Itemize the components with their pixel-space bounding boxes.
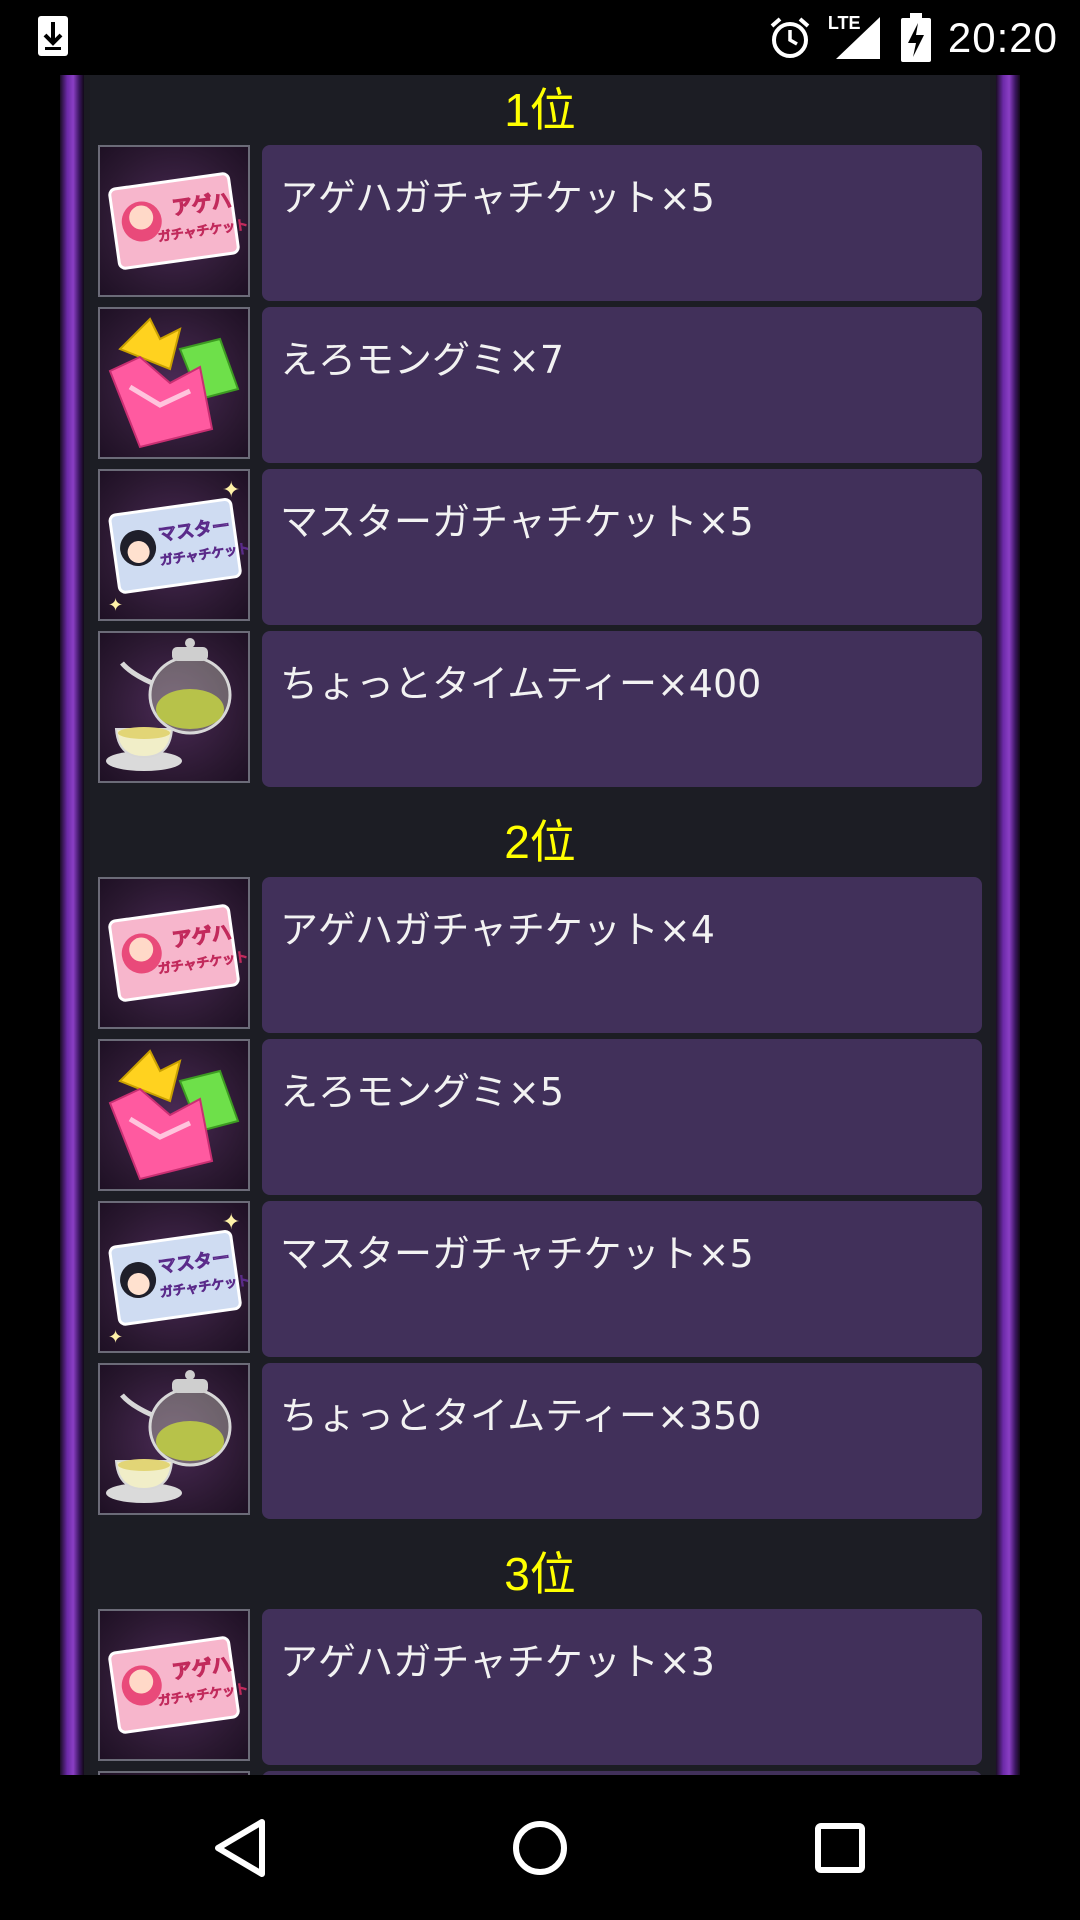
- rank-title: 3位: [504, 1548, 576, 1600]
- network-type-label: LTE: [827, 12, 861, 33]
- reward-row[interactable]: マスター ガチャチケット ✦ ✦ マスターガチャチケット×5: [98, 469, 982, 625]
- rank-title: 2位: [504, 816, 576, 868]
- reward-label: えろモングミ×5: [280, 1070, 565, 1114]
- reward-row[interactable]: アゲハ ガチャチケット アゲハガチャチケット×4: [98, 877, 982, 1033]
- reward-card: アゲハガチャチケット×4: [262, 877, 982, 1033]
- gummy-icon: [98, 1039, 250, 1191]
- signal-icon: LTE: [828, 13, 884, 63]
- alarm-icon: [770, 16, 810, 58]
- reward-row[interactable]: えろモングミ×7: [98, 307, 982, 463]
- reward-card: アゲハガチャチケット×5: [262, 145, 982, 301]
- status-bar: LTE 20:20: [0, 0, 1080, 75]
- reward-label: えろモングミ×7: [280, 338, 565, 382]
- reward-row[interactable]: ちょっとタイムティー×350: [98, 1363, 982, 1519]
- reward-card: えろモングミ×5: [262, 1039, 982, 1195]
- download-icon: [38, 16, 68, 56]
- reward-card: ちょっとタイムティー×350: [262, 1363, 982, 1519]
- battery-charging-icon: [900, 12, 931, 62]
- rank-title: 1位: [504, 84, 576, 136]
- reward-list[interactable]: 1位 アゲハ ガチャチケット アゲハガチャチケット×5 えろモングミ×7 マスタ…: [90, 75, 990, 1775]
- reward-card: マスターガチャチケット×5: [262, 1201, 982, 1357]
- teapot-icon: [98, 1363, 250, 1515]
- back-icon: [215, 1818, 265, 1877]
- reward-card: マスターガチャチケット×5: [262, 469, 982, 625]
- back-button[interactable]: [180, 1775, 300, 1920]
- reward-label: マスターガチャチケット×5: [280, 1232, 754, 1276]
- teapot-icon: [98, 631, 250, 783]
- frame-border-left: [60, 75, 84, 1775]
- recents-button[interactable]: [780, 1775, 900, 1920]
- reward-row[interactable]: マスター ガチャチケット ✦ ✦ マスターガチャチケット×5: [98, 1201, 982, 1357]
- gummy-icon: [98, 307, 250, 459]
- reward-row[interactable]: アゲハ ガチャチケット アゲハガチャチケット×3: [98, 1609, 982, 1765]
- reward-label: ちょっとタイムティー×400: [280, 662, 762, 706]
- home-icon: [513, 1820, 567, 1875]
- reward-label: アゲハガチャチケット×4: [280, 908, 715, 952]
- svg-text:✦: ✦: [222, 478, 240, 503]
- reward-card: えろモングミ×7: [262, 307, 982, 463]
- home-button[interactable]: [480, 1775, 600, 1920]
- master-ticket-icon: マスター ガチャチケット ✦ ✦: [98, 1201, 250, 1353]
- ageha-ticket-icon: アゲハ ガチャチケット: [98, 1609, 250, 1761]
- frame-border-right: [996, 75, 1020, 1775]
- ageha-ticket-icon: アゲハ ガチャチケット: [98, 145, 250, 297]
- reward-label: アゲハガチャチケット×3: [280, 1640, 715, 1684]
- svg-text:✦: ✦: [108, 595, 123, 616]
- reward-label: アゲハガチャチケット×5: [280, 176, 715, 220]
- reward-card: ちょっとタイムティー×400: [262, 631, 982, 787]
- clock: 20:20: [947, 13, 1058, 61]
- reward-card: アゲハガチャチケット×3: [262, 1609, 982, 1765]
- reward-label: マスターガチャチケット×5: [280, 500, 754, 544]
- reward-row[interactable]: ちょっとタイムティー×400: [98, 631, 982, 787]
- reward-row[interactable]: えろモングミ×5: [98, 1039, 982, 1195]
- svg-text:✦: ✦: [108, 1327, 123, 1348]
- reward-label: ちょっとタイムティー×350: [280, 1394, 762, 1438]
- master-ticket-icon: マスター ガチャチケット ✦ ✦: [98, 469, 250, 621]
- recents-icon: [815, 1822, 865, 1873]
- ageha-ticket-icon: アゲハ ガチャチケット: [98, 877, 250, 1029]
- svg-text:✦: ✦: [222, 1210, 240, 1235]
- reward-list-frame[interactable]: 1位 アゲハ ガチャチケット アゲハガチャチケット×5 えろモングミ×7 マスタ…: [60, 75, 1020, 1775]
- reward-row[interactable]: アゲハ ガチャチケット アゲハガチャチケット×5: [98, 145, 982, 301]
- navigation-bar: [0, 1775, 1080, 1920]
